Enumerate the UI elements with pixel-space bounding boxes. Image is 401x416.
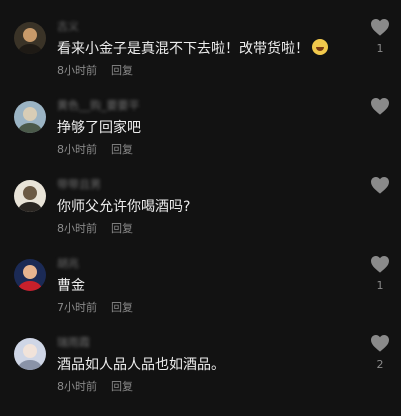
heart-icon bbox=[371, 97, 389, 115]
reply-button[interactable]: 回复 bbox=[111, 380, 133, 393]
comment-username[interactable]: 带带且男 bbox=[57, 178, 101, 192]
comment-username[interactable]: 黄色__购_要要平 bbox=[57, 99, 140, 113]
like-count bbox=[368, 121, 392, 134]
comment-item[interactable]: 古义看来小金子是真混不下去啦！改带货啦！ 8小时前 回复 1 bbox=[0, 18, 401, 100]
comment-timestamp: 8小时前 bbox=[57, 143, 97, 156]
like-button[interactable]: 2 bbox=[368, 334, 392, 371]
comment-item[interactable]: 胡兆曹金 7小时前 回复 1 bbox=[0, 255, 401, 337]
heart-icon bbox=[371, 176, 389, 194]
comment-username[interactable]: 瑞雨霞 bbox=[57, 336, 90, 350]
like-button[interactable]: 1 bbox=[368, 255, 392, 292]
like-count: 2 bbox=[376, 358, 384, 371]
comment-meta: 7小时前 回复 bbox=[57, 301, 133, 315]
comment-text-container: 曹金 bbox=[57, 276, 85, 296]
comment-timestamp: 8小时前 bbox=[57, 380, 97, 393]
like-count: 1 bbox=[376, 279, 384, 292]
comment-text: 酒品如人品人品也如酒品。 bbox=[57, 357, 225, 373]
comment-meta: 8小时前 回复 bbox=[57, 64, 133, 78]
comment-username[interactable]: 古义 bbox=[57, 20, 79, 34]
comment-text: 你师父允许你喝酒吗? bbox=[57, 199, 191, 215]
comment-text-container: 酒品如人品人品也如酒品。 bbox=[57, 355, 225, 375]
comment-timestamp: 8小时前 bbox=[57, 64, 97, 77]
reply-button[interactable]: 回复 bbox=[111, 143, 133, 156]
laughing-emoji-icon bbox=[312, 39, 328, 55]
comment-text: 看来小金子是真混不下去啦！改带货啦！ bbox=[57, 41, 309, 57]
like-button[interactable] bbox=[368, 97, 392, 134]
like-count: 1 bbox=[376, 42, 384, 55]
reply-button[interactable]: 回复 bbox=[111, 301, 133, 314]
comment-text: 曹金 bbox=[57, 278, 85, 294]
user-avatar-icon[interactable] bbox=[14, 259, 46, 291]
comment-text-container: 挣够了回家吧 bbox=[57, 118, 141, 138]
heart-icon bbox=[371, 18, 389, 36]
comment-meta: 8小时前 回复 bbox=[57, 143, 133, 157]
comment-meta: 8小时前 回复 bbox=[57, 380, 133, 394]
comment-timestamp: 7小时前 bbox=[57, 301, 97, 314]
comment-meta: 8小时前 回复 bbox=[57, 222, 133, 236]
reply-button[interactable]: 回复 bbox=[111, 222, 133, 235]
comment-timestamp: 8小时前 bbox=[57, 222, 97, 235]
like-button[interactable]: 1 bbox=[368, 18, 392, 55]
like-count bbox=[368, 200, 392, 213]
comment-text: 挣够了回家吧 bbox=[57, 120, 141, 136]
comment-text-container: 看来小金子是真混不下去啦！改带货啦！ bbox=[57, 39, 328, 59]
comment-text-container: 你师父允许你喝酒吗? bbox=[57, 197, 190, 217]
user-avatar-icon[interactable] bbox=[14, 101, 46, 133]
comment-username[interactable]: 胡兆 bbox=[57, 257, 79, 271]
comment-item[interactable]: 瑞雨霞酒品如人品人品也如酒品。 8小时前 回复 2 bbox=[0, 334, 401, 416]
user-avatar-icon[interactable] bbox=[14, 22, 46, 54]
like-button[interactable] bbox=[368, 176, 392, 213]
user-avatar-icon[interactable] bbox=[14, 180, 46, 212]
comment-item[interactable]: 带带且男你师父允许你喝酒吗? 8小时前 回复 bbox=[0, 176, 401, 258]
heart-icon bbox=[371, 334, 389, 352]
user-avatar-icon[interactable] bbox=[14, 338, 46, 370]
reply-button[interactable]: 回复 bbox=[111, 64, 133, 77]
heart-icon bbox=[371, 255, 389, 273]
comment-item[interactable]: 黄色__购_要要平 挣够了回家吧 8小时前 回复 bbox=[0, 97, 401, 179]
